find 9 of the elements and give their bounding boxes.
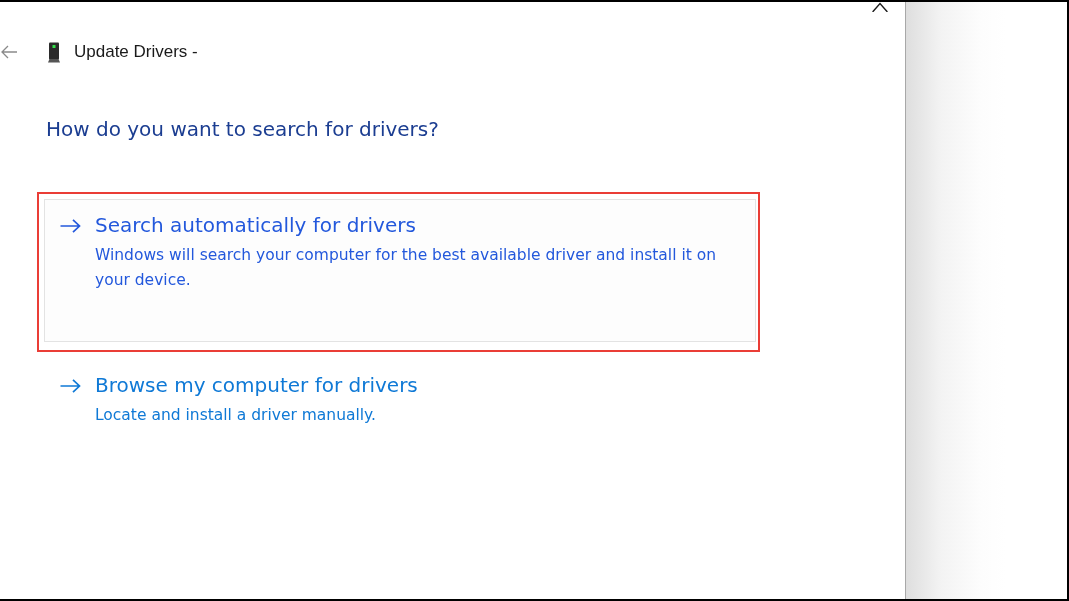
arrow-icon <box>60 219 81 233</box>
close-icon[interactable] <box>872 2 888 12</box>
dialog-heading: How do you want to search for drivers? <box>46 116 440 143</box>
back-arrow-icon[interactable] <box>0 45 18 59</box>
option-button[interactable]: Browse my computer for drivers Locate and install a driver manually. <box>44 359 756 441</box>
device-icon <box>47 41 61 63</box>
option-button[interactable]: Search automatically for drivers Windows will search your computer for the best available driver and install it on your device. <box>44 199 756 342</box>
window-title: Update Drivers - <box>74 42 198 62</box>
arrow-icon <box>60 379 81 393</box>
